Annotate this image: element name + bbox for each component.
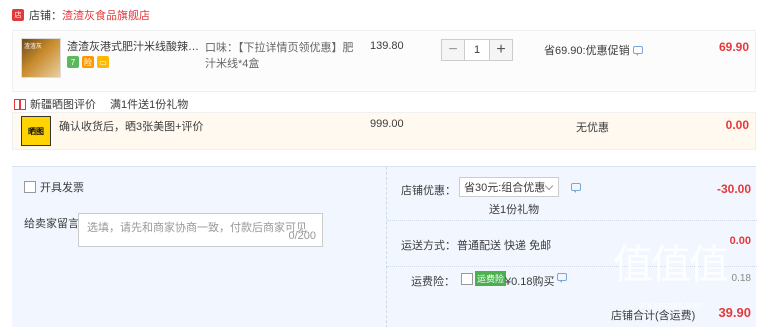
gift-promo: 无优惠 (576, 122, 609, 134)
insurance-amount: 0.18 (731, 273, 751, 284)
insurance-icon[interactable]: 险 (82, 56, 94, 68)
product-badges: 7 险 ▭ (67, 56, 109, 68)
invoice-checkbox[interactable] (24, 181, 36, 193)
gift-title-row: 新疆晒图评价 满1件送1份礼物 (14, 96, 188, 112)
product-thumbnail[interactable]: 渣渣灰 (21, 38, 61, 78)
discount-gift-note: 送1份礼物 (489, 204, 540, 216)
shop-header: 店 店铺： 渣渣灰食品旗舰店 (0, 0, 766, 30)
watermark-logo: 值值值 (613, 243, 729, 287)
message-placeholder: 选填，请先和商家协商一致，付款后商家可见 (87, 222, 307, 234)
product-price: 139.80 (370, 40, 404, 52)
invoice-label: 开具发票 (40, 182, 84, 194)
insurance-checkbox[interactable] (461, 273, 473, 285)
quantity-stepper: − + (441, 39, 513, 61)
total-amount: 39.90 (718, 305, 751, 320)
shop-name-link[interactable]: 渣渣灰食品旗舰店 (62, 7, 150, 23)
insurance-badge: 运费险 (475, 271, 507, 286)
discount-row: 店铺优惠： 省30元:组合优惠 送1份礼物 -30.00 (387, 167, 757, 221)
product-promo-text: 省69.90:优惠促销 (544, 45, 630, 57)
gift-price: 999.00 (370, 118, 404, 130)
discount-amount: -30.00 (716, 182, 751, 196)
insurance-label: 运费险： (411, 276, 455, 288)
shop-label: 店铺： (29, 10, 62, 22)
shipping-label: 运送方式： (401, 240, 456, 252)
gift-title: 新疆晒图评价 (30, 99, 96, 111)
quantity-input[interactable] (464, 40, 490, 60)
quantity-increase-button[interactable]: + (490, 40, 512, 60)
seven-day-return-icon[interactable]: 7 (67, 56, 79, 68)
discount-label: 店铺优惠： (401, 185, 456, 197)
shipping-amount: 0.00 (729, 235, 751, 247)
chevron-down-icon (544, 181, 554, 191)
product-spec: 口味：【下拉详情页领优惠】肥汁米线*4盒 (205, 42, 354, 70)
card-icon[interactable]: ▭ (97, 56, 109, 68)
chat-icon[interactable] (571, 183, 581, 193)
gift-thumbnail: 晒图 (21, 116, 51, 146)
product-row: 渣渣灰 渣渣灰港式肥汁米线酸辣米粉酸... 7 险 ▭ 口味：【下拉详情页领优惠… (12, 30, 756, 92)
gift-name: 确认收货后，晒3张美图+评价 (59, 121, 204, 133)
gift-icon (14, 98, 26, 110)
discount-select-value: 省30元:组合优惠 (464, 182, 546, 194)
discount-select[interactable]: 省30元:组合优惠 (459, 177, 559, 197)
chat-icon[interactable] (632, 46, 643, 56)
chat-icon[interactable] (557, 273, 567, 283)
gift-subtotal: 0.00 (725, 118, 749, 132)
product-thumbnail-label: 渣渣灰 (24, 44, 43, 50)
message-textarea[interactable]: 选填，请先和商家协商一致，付款后商家可见 0/200 (78, 213, 323, 247)
product-promo: 省69.90:优惠促销 (544, 42, 643, 58)
watermark-url: zhi.smzdm.com (640, 300, 703, 310)
gift-row: 晒图 确认收货后，晒3张美图+评价 999.00 无优惠 0.00 (12, 112, 756, 150)
shop-icon: 店 (12, 9, 24, 21)
message-char-count: 0/200 (288, 230, 316, 242)
quantity-decrease-button[interactable]: − (442, 40, 464, 60)
product-name-link[interactable]: 渣渣灰港式肥汁米线酸辣米粉酸... (67, 40, 207, 54)
shipping-method: 普通配送 快递 免邮 (457, 240, 552, 252)
insurance-price: ¥0.18购买 (505, 276, 555, 288)
product-subtotal: 69.90 (718, 40, 749, 54)
invoice-option[interactable]: 开具发票 (24, 179, 84, 195)
gift-subtitle: 满1件送1份礼物 (110, 99, 189, 111)
